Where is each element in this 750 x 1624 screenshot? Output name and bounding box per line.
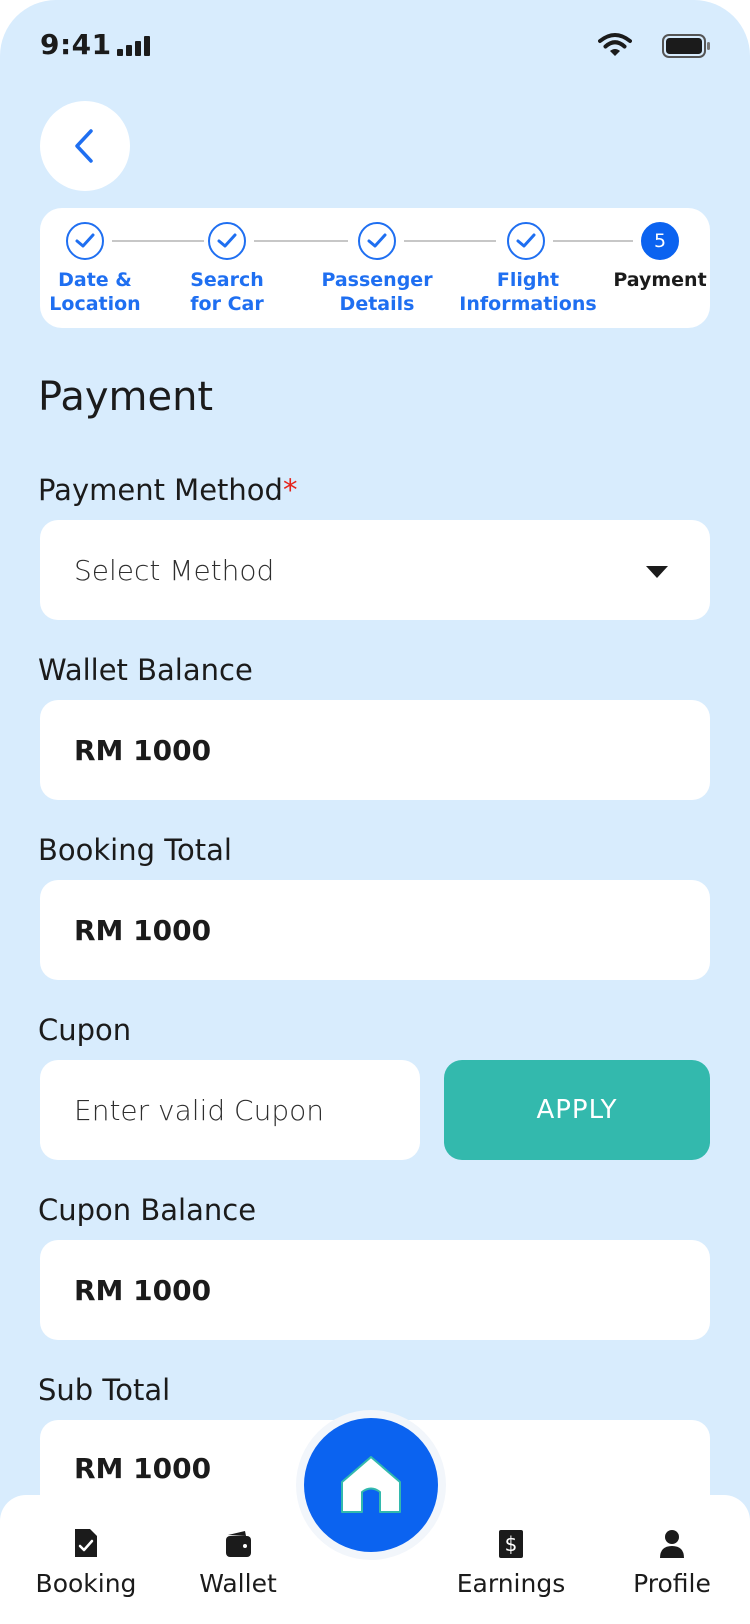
nav-earnings[interactable]: $ Earnings (441, 1519, 581, 1598)
booking-total-field: RM 1000 (40, 880, 710, 980)
status-time: 9:41 (40, 28, 112, 61)
battery-icon (662, 34, 710, 58)
nav-profile[interactable]: Profile (602, 1519, 742, 1598)
nav-profile-label: Profile (633, 1569, 711, 1598)
page-title: Payment (38, 374, 214, 420)
wallet-balance-label: Wallet Balance (38, 653, 253, 687)
sub-total-label: Sub Total (38, 1373, 171, 1407)
wallet-balance-value: RM 1000 (74, 733, 212, 767)
step-connector (553, 240, 633, 242)
check-icon (217, 233, 237, 248)
step-connector (404, 240, 496, 242)
step-4-check[interactable] (507, 222, 545, 260)
cupon-label: Cupon (38, 1013, 132, 1047)
user-icon (660, 1530, 684, 1558)
dollar-icon: $ (499, 1530, 523, 1558)
booking-doc-icon (75, 1529, 97, 1557)
booking-total-value: RM 1000 (74, 913, 212, 947)
nav-wallet-label: Wallet (199, 1569, 277, 1598)
progress-stepper: 5 Date & Location Search for Car Passeng… (40, 208, 710, 328)
cupon-balance-value: RM 1000 (74, 1273, 212, 1307)
nav-booking[interactable]: Booking (16, 1519, 156, 1598)
wallet-icon (226, 1531, 251, 1557)
step-connector (112, 240, 204, 242)
chevron-left-icon (75, 129, 93, 163)
payment-method-placeholder: Select Method (74, 553, 275, 587)
step-label-search-car: Search for Car (190, 269, 264, 315)
caret-down-icon (646, 566, 668, 578)
booking-total-label: Booking Total (38, 833, 232, 867)
payment-method-label: Payment Method* (38, 473, 298, 507)
home-icon (341, 1456, 401, 1513)
step-label-flight-informations: Flight Informations (459, 269, 597, 315)
nav-wallet[interactable]: Wallet (168, 1519, 308, 1598)
step-label-passenger-details: Passenger Details (321, 269, 433, 315)
step-label-payment: Payment (613, 269, 707, 291)
svg-text:$: $ (505, 1532, 518, 1556)
step-connector (254, 240, 348, 242)
check-icon (516, 233, 536, 248)
step-5-number[interactable]: 5 (641, 222, 679, 260)
check-icon (367, 233, 387, 248)
step-3-check[interactable] (358, 222, 396, 260)
app-screen: 9:41 5 Date & Location Search for Car Pa… (0, 0, 750, 1624)
cupon-placeholder: Enter valid Cupon (74, 1093, 324, 1127)
cupon-balance-label: Cupon Balance (38, 1193, 257, 1227)
step-2-check[interactable] (208, 222, 246, 260)
signal-icon (117, 36, 151, 56)
wifi-icon (598, 33, 632, 56)
step-label-date-location: Date & Location (49, 269, 141, 315)
check-icon (75, 233, 95, 248)
step-1-check[interactable] (66, 222, 104, 260)
cupon-input[interactable]: Enter valid Cupon (40, 1060, 420, 1160)
wallet-balance-field: RM 1000 (40, 700, 710, 800)
nav-booking-label: Booking (35, 1569, 137, 1598)
apply-button[interactable]: APPLY (444, 1060, 710, 1160)
nav-earnings-label: Earnings (456, 1569, 566, 1598)
back-button[interactable] (40, 101, 130, 191)
payment-method-select[interactable]: Select Method (40, 520, 710, 620)
required-mark: * (282, 473, 298, 507)
sub-total-value: RM 1000 (74, 1452, 212, 1485)
cupon-balance-field: RM 1000 (40, 1240, 710, 1340)
home-button[interactable] (296, 1410, 446, 1560)
